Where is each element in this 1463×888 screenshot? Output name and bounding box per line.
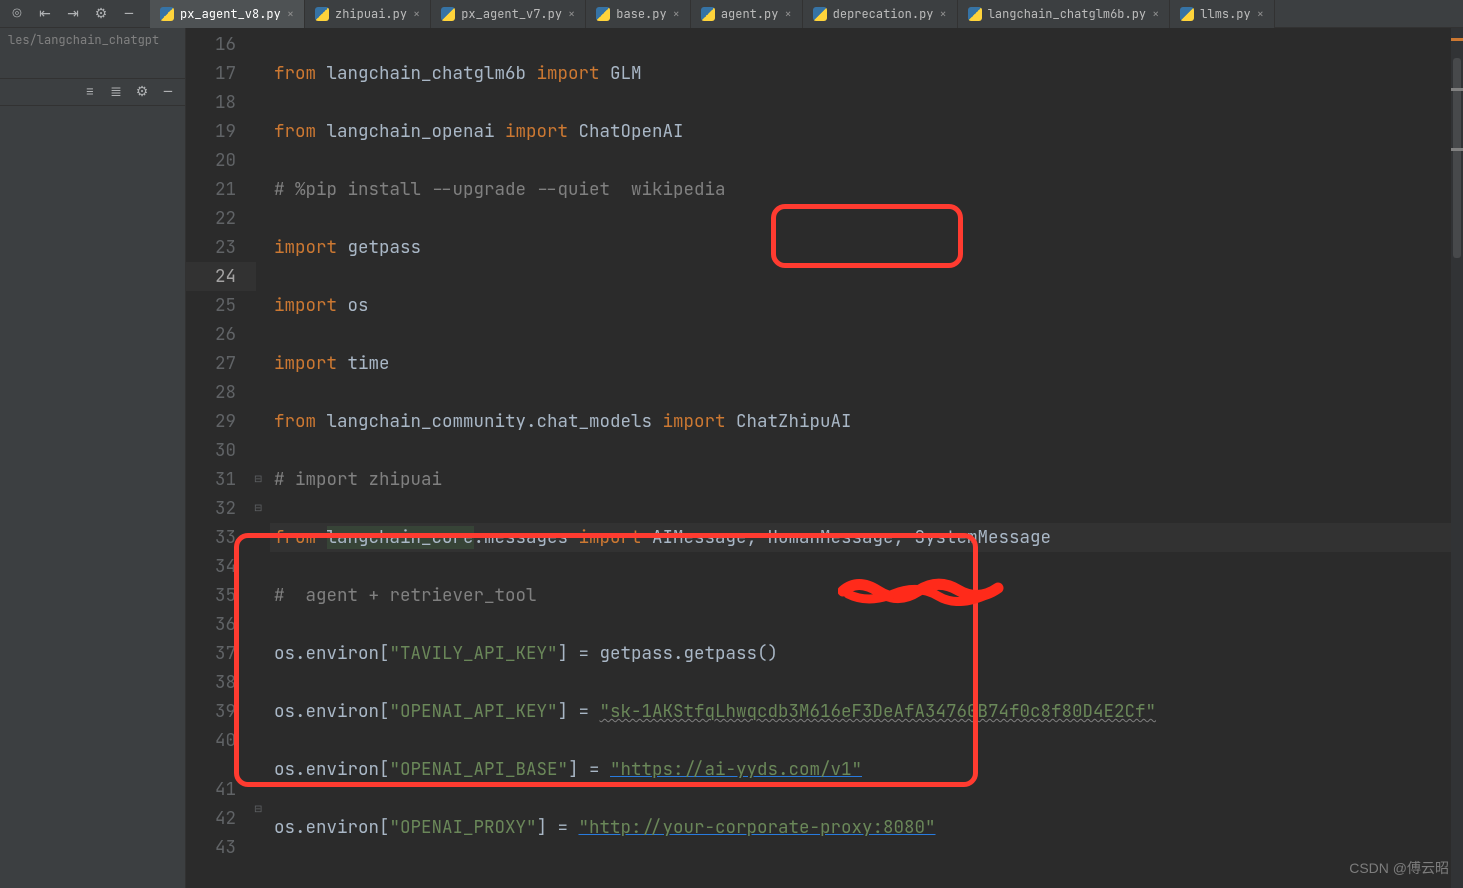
- collapse-icon[interactable]: ⇤: [36, 5, 54, 23]
- hide-icon[interactable]: —: [120, 5, 138, 23]
- tab-px-agent-v7[interactable]: px_agent_v7.py×: [431, 0, 586, 28]
- indent-right-icon[interactable]: ≣: [107, 83, 125, 101]
- python-file-icon: [968, 7, 982, 21]
- breadcrumb: les/langchain_chatgpt: [0, 28, 185, 52]
- fold-marker-icon[interactable]: ⊟: [254, 464, 262, 493]
- fold-column[interactable]: ⊟ ⊟ ⊟: [256, 28, 270, 888]
- close-icon[interactable]: ×: [673, 6, 680, 22]
- python-file-icon: [315, 7, 329, 21]
- tab-zhipuai[interactable]: zhipuai.py×: [305, 0, 431, 28]
- code-editor[interactable]: 1617181920212223 24252627282930 31323334…: [186, 28, 1463, 888]
- tab-langchain-chatglm6b[interactable]: langchain_chatglm6b.py×: [958, 0, 1171, 28]
- fold-marker-icon[interactable]: ⊟: [254, 493, 262, 522]
- close-icon[interactable]: ×: [939, 6, 946, 22]
- close-icon[interactable]: ×: [1152, 6, 1159, 22]
- top-toolbar: ◎ ⇤ ⇥ ⚙ — px_agent_v8.py× zhipuai.py× px…: [0, 0, 1463, 28]
- project-sidebar: les/langchain_chatgpt ≡ ≣ ⚙ — nput): [0, 28, 186, 888]
- editor-scrollbar[interactable]: [1451, 28, 1463, 888]
- gear-icon[interactable]: ⚙: [133, 83, 151, 101]
- tab-agent[interactable]: agent.py×: [691, 0, 803, 28]
- watermark: CSDN @傅云昭: [1349, 858, 1449, 878]
- expand-icon[interactable]: ⇥: [64, 5, 82, 23]
- close-icon[interactable]: ×: [784, 6, 791, 22]
- python-file-icon: [813, 7, 827, 21]
- code-area[interactable]: from langchain_chatglm6b import GLM from…: [270, 28, 1463, 888]
- close-icon[interactable]: ×: [413, 6, 420, 22]
- close-icon[interactable]: ×: [1257, 6, 1264, 22]
- python-file-icon: [596, 7, 610, 21]
- target-icon[interactable]: ◎: [8, 5, 26, 23]
- tab-deprecation[interactable]: deprecation.py×: [803, 0, 958, 28]
- tab-px-agent-v8[interactable]: px_agent_v8.py×: [150, 0, 305, 28]
- close-icon[interactable]: ×: [287, 6, 294, 22]
- tab-base[interactable]: base.py×: [586, 0, 691, 28]
- sidebar-toolbar: ≡ ≣ ⚙ —: [0, 78, 185, 106]
- python-file-icon: [441, 7, 455, 21]
- toolbar-left-icons: ◎ ⇤ ⇥ ⚙ —: [0, 5, 138, 23]
- python-file-icon: [160, 7, 174, 21]
- close-icon[interactable]: ×: [568, 6, 575, 22]
- line-gutter: 1617181920212223 24252627282930 31323334…: [186, 28, 256, 888]
- python-file-icon: [701, 7, 715, 21]
- indent-left-icon[interactable]: ≡: [81, 83, 99, 101]
- python-file-icon: [1180, 7, 1194, 21]
- tab-llms[interactable]: llms.py×: [1170, 0, 1275, 28]
- fold-marker-icon[interactable]: ⊟: [254, 794, 262, 823]
- editor-tabs: px_agent_v8.py× zhipuai.py× px_agent_v7.…: [150, 0, 1275, 28]
- gear-icon[interactable]: ⚙: [92, 5, 110, 23]
- hide-icon[interactable]: —: [159, 83, 177, 101]
